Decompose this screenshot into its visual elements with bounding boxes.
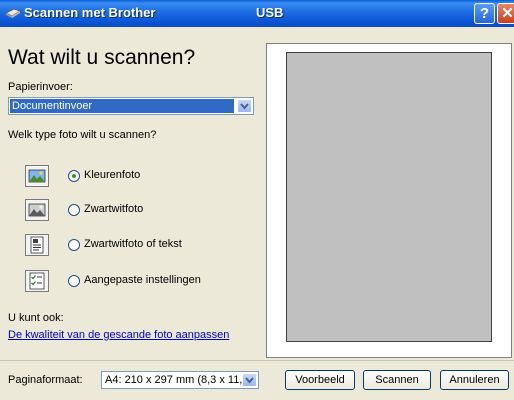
scan-dialog: Scannen met Brother USB ? ✕ Wat wilt u s… — [0, 0, 514, 400]
adjust-quality-link[interactable]: De kwaliteit van de gescande foto aanpas… — [8, 329, 229, 341]
option-label: Zwartwitfoto of tekst — [84, 238, 182, 250]
close-button[interactable]: ✕ — [497, 3, 514, 24]
scanner-icon — [5, 8, 21, 18]
photo-type-question: Welk type foto wilt u scannen? — [8, 129, 157, 141]
custom-settings-icon[interactable] — [25, 270, 49, 292]
connection-type: USB — [256, 5, 284, 20]
page-size-select[interactable]: A4: 210 x 297 mm (8,3 x 11,7 — [101, 371, 259, 389]
text-document-icon[interactable] — [25, 234, 49, 256]
chevron-down-icon[interactable] — [237, 99, 252, 113]
paper-feed-label: Papierinvoer: — [8, 81, 73, 93]
color-photo-radio[interactable] — [68, 170, 80, 182]
title-bar[interactable]: Scannen met Brother USB ? ✕ — [0, 0, 514, 27]
text-document-radio[interactable] — [68, 239, 80, 251]
color-photo-icon[interactable] — [25, 165, 49, 187]
custom-settings-radio[interactable] — [68, 275, 80, 287]
can-also-label: U kunt ook: — [8, 312, 64, 324]
help-button[interactable]: ? — [474, 3, 495, 24]
divider — [0, 360, 514, 361]
page-size-value: A4: 210 x 297 mm (8,3 x 11,7 — [105, 374, 249, 386]
preview-page — [286, 52, 492, 342]
scan-button[interactable]: Scannen — [363, 370, 431, 390]
grayscale-photo-radio[interactable] — [68, 204, 80, 216]
paper-feed-select[interactable]: Documentinvoer — [8, 97, 254, 115]
chevron-down-icon[interactable] — [242, 373, 257, 387]
option-label: Kleurenfoto — [84, 169, 141, 181]
cancel-button[interactable]: Annuleren — [440, 370, 509, 390]
paper-feed-value: Documentinvoer — [10, 99, 234, 113]
window-title: Scannen met Brother — [24, 5, 156, 20]
grayscale-photo-icon[interactable] — [25, 199, 49, 221]
page-size-label: Paginaformaat: — [8, 374, 83, 386]
option-label: Zwartwitfoto — [84, 203, 144, 215]
preview-button[interactable]: Voorbeeld — [285, 370, 355, 390]
option-label: Aangepaste instellingen — [84, 274, 201, 286]
page-title: Wat wilt u scannen? — [8, 46, 196, 69]
